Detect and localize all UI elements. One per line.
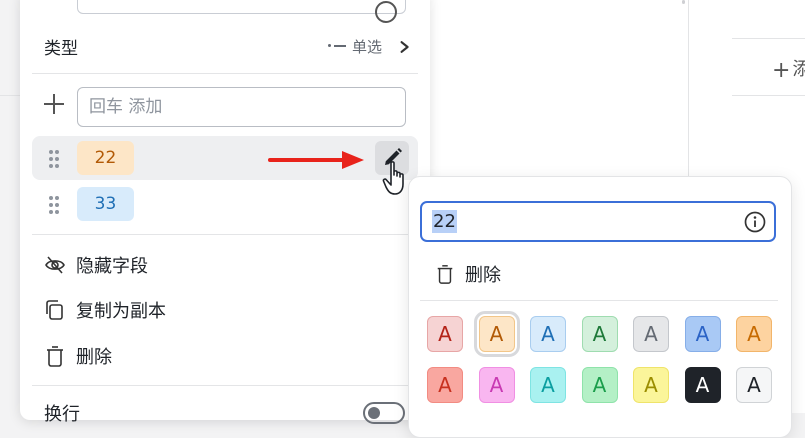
wrap-toggle[interactable] bbox=[363, 402, 405, 424]
background-divider bbox=[0, 95, 20, 96]
delete-option-label: 删除 bbox=[465, 265, 501, 286]
option-tag: 22 bbox=[77, 141, 134, 175]
hide-field-label: 隐藏字段 bbox=[76, 256, 148, 277]
eye-off-icon bbox=[45, 256, 65, 274]
drag-handle-icon[interactable] bbox=[49, 196, 59, 214]
color-swatch[interactable]: A bbox=[581, 316, 618, 352]
color-swatch[interactable]: A bbox=[478, 367, 515, 403]
trash-icon bbox=[437, 265, 453, 284]
divider bbox=[32, 385, 418, 386]
color-swatch[interactable]: A bbox=[684, 367, 721, 403]
background-divider bbox=[732, 95, 805, 96]
add-record-label: 添 bbox=[792, 59, 805, 80]
chevron-right-icon bbox=[400, 41, 409, 53]
copy-icon bbox=[46, 300, 63, 320]
trash-icon bbox=[47, 346, 63, 367]
plus-icon[interactable] bbox=[44, 94, 64, 114]
field-type-label: 类型 bbox=[44, 39, 78, 59]
add-record-button[interactable]: + 添 bbox=[772, 55, 805, 82]
option-name-input[interactable]: 22 bbox=[420, 201, 776, 242]
duplicate-label: 复制为副本 bbox=[76, 301, 166, 322]
color-swatch[interactable]: A bbox=[427, 367, 463, 403]
single-select-icon bbox=[327, 41, 346, 51]
color-swatch[interactable]: A bbox=[427, 316, 463, 352]
option-row[interactable]: 33 bbox=[32, 182, 418, 226]
field-type-row[interactable]: 类型 单选 bbox=[44, 38, 410, 72]
field-name-input[interactable] bbox=[77, 0, 406, 23]
color-swatch[interactable]: A bbox=[736, 316, 772, 352]
delete-label: 删除 bbox=[76, 347, 112, 368]
info-icon[interactable] bbox=[375, 1, 397, 23]
color-swatch[interactable]: A bbox=[581, 367, 618, 403]
info-icon[interactable] bbox=[744, 211, 766, 233]
color-swatch[interactable]: A bbox=[530, 316, 566, 352]
edit-option-popup: 22 删除 AAAAAAAAAAAAAA bbox=[408, 176, 792, 438]
plus-icon: + bbox=[772, 58, 791, 83]
option-name-value: 22 bbox=[432, 210, 457, 233]
option-tag: 33 bbox=[77, 187, 134, 221]
red-arrow-annotation bbox=[268, 151, 364, 169]
color-swatch[interactable]: A bbox=[684, 316, 721, 352]
divider bbox=[32, 73, 418, 74]
add-option-input[interactable] bbox=[77, 87, 406, 127]
divider bbox=[32, 234, 418, 235]
background-divider bbox=[732, 38, 805, 39]
divider bbox=[420, 300, 778, 301]
drag-handle-icon[interactable] bbox=[49, 150, 59, 168]
field-type-value: 单选 bbox=[327, 36, 382, 57]
color-swatch[interactable]: A bbox=[633, 316, 669, 352]
color-swatch[interactable]: A bbox=[473, 311, 520, 357]
wrap-label: 换行 bbox=[44, 404, 80, 425]
scrollbar[interactable] bbox=[682, 0, 685, 4]
color-swatch[interactable]: A bbox=[530, 367, 566, 403]
color-swatch[interactable]: A bbox=[736, 367, 772, 403]
color-swatch[interactable]: A bbox=[633, 367, 669, 403]
